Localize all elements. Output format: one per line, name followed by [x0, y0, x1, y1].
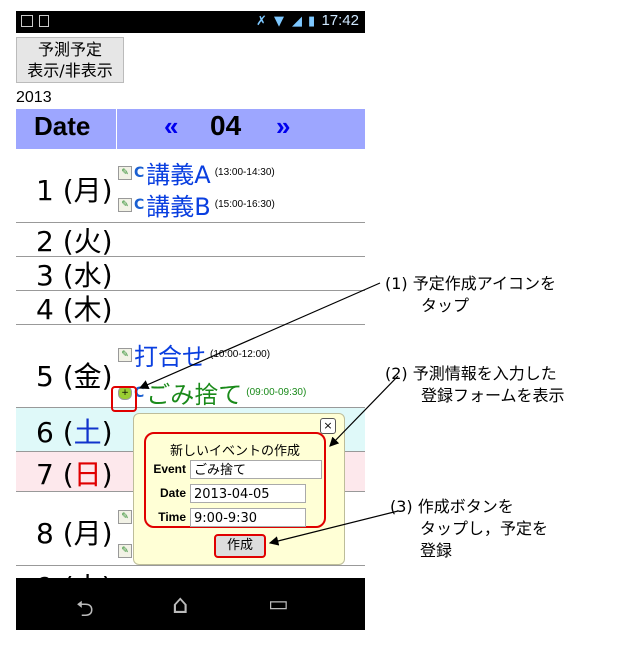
arrow-3 [268, 510, 399, 546]
annotation-2: (2) 予測情報を入力した 登録フォームを表示 [385, 364, 565, 405]
arrow-1 [138, 282, 381, 390]
annotation-3: (3) 作成ボタンを タップし，予定を 登録 [390, 497, 549, 560]
annotation-1: (1) 予定作成アイコンを タップ [385, 274, 556, 315]
annotation-arrows [138, 282, 399, 546]
